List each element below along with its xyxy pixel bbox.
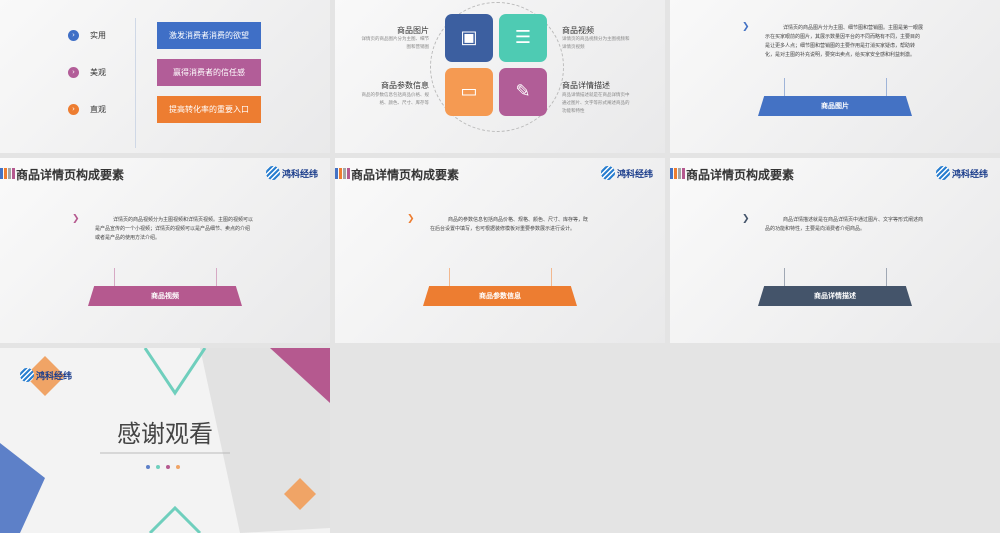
- post-line: [886, 78, 887, 96]
- block-title: 商品详情描述: [562, 81, 610, 90]
- logo: 鸿科经纬: [265, 166, 318, 180]
- item-label: 实用: [90, 31, 106, 40]
- color-bars-icon: [670, 167, 686, 182]
- post-line: [216, 268, 217, 286]
- post-line: [551, 268, 552, 286]
- pencil-icon: ✎: [499, 68, 547, 116]
- body-text: 商品详情描述就是在商品详情页中通过图片、文字等形式阐述商品的功能和特性，主要是向…: [765, 217, 924, 232]
- slide-thumbnail-1[interactable]: › 实用 激发消费者消费的欲望 › 美观 赢得消费者的信任感 › 直观 提高转化…: [0, 0, 330, 153]
- item-box: 激发消费者消费的欲望: [157, 22, 261, 49]
- slide-thumbnail-7[interactable]: 鸿科经纬 感谢观看: [0, 348, 330, 533]
- label-banner: 商品图片: [758, 96, 912, 116]
- item-label: 直观: [90, 105, 106, 114]
- logo-icon: [20, 368, 34, 382]
- post-line: [784, 268, 785, 286]
- label-banner: 商品详情描述: [758, 286, 912, 306]
- slide-thumbnail-6[interactable]: 商品详情页构成要素 鸿科经纬 ❯ 商品详情描述就是在商品详情页中通过图片、文字等…: [670, 158, 1000, 343]
- slide-title: 商品详情页构成要素: [686, 168, 795, 182]
- chevron-icon: ›: [68, 67, 79, 78]
- item-box: 提高转化率的重要入口: [157, 96, 261, 123]
- post-line: [114, 268, 115, 286]
- slide-thumbnail-2[interactable]: ▣ ☰ ▭ ✎ 商品图片 详情页的商品图片分为主图、细节图和营销图 商品视频 详…: [335, 0, 665, 153]
- logo-icon: [600, 166, 615, 180]
- logo: 鸿科经纬: [20, 368, 72, 382]
- arrow-icon: ❯: [407, 214, 415, 224]
- image-icon: ▣: [445, 14, 493, 62]
- slide-title: 商品详情页构成要素: [351, 168, 460, 182]
- block-title: 商品图片: [397, 26, 429, 35]
- arrow-icon: ❯: [72, 214, 80, 224]
- block-desc: 详情页的商品图片分为主图、细节图和营销图: [361, 37, 430, 50]
- arrow-icon: ❯: [742, 214, 750, 224]
- body-text: 详情页的商品图片分为主图、细节图和营销图。主图是第一眼展示在买家眼前的图片，其展…: [765, 25, 924, 58]
- chevron-icon: ›: [68, 30, 79, 41]
- slide-header: 商品详情页构成要素: [670, 166, 794, 183]
- list-icon: ☰: [499, 14, 547, 62]
- timeline-line: [135, 18, 136, 148]
- slide-thumbnail-5[interactable]: 商品详情页构成要素 鸿科经纬 ❯ 商品的参数信息包括商品价格、规格、颜色、尺寸、…: [335, 158, 665, 343]
- label-banner: 商品视频: [88, 286, 242, 306]
- post-line: [784, 78, 785, 96]
- arrow-icon: ❯: [742, 22, 750, 32]
- color-bars-icon: [335, 167, 351, 182]
- label-banner: 商品参数信息: [423, 286, 577, 306]
- item-box: 赢得消费者的信任感: [157, 59, 261, 86]
- chevron-icon: ›: [68, 104, 79, 115]
- post-line: [449, 268, 450, 286]
- post-line: [886, 268, 887, 286]
- block-desc: 详情页的商品视频分为主图视频和详情页视频: [562, 37, 630, 50]
- block-desc: 商品的参数信息包括商品价格、规格、颜色、尺寸、库存等: [361, 93, 430, 106]
- logo: 鸿科经纬: [600, 166, 653, 180]
- block-desc: 商品详情描述就是在商品详情页中通过图片、文字等形式阐述商品的功能和特性: [562, 93, 630, 114]
- laptop-icon: ▭: [445, 68, 493, 116]
- slide-thumbnail-3[interactable]: ❯ 详情页的商品图片分为主图、细节图和营销图。主图是第一眼展示在买家眼前的图片，…: [670, 0, 1000, 153]
- body-text: 详情页的商品视频分为主图视频和详情页视频。主图的视频可以是产品宣传的一个小视频；…: [95, 217, 254, 241]
- block-title: 商品视频: [562, 26, 594, 35]
- block-title: 商品参数信息: [381, 81, 429, 90]
- slide-header: 商品详情页构成要素: [0, 166, 124, 183]
- slide-thumbnail-4[interactable]: 商品详情页构成要素 鸿科经纬 ❯ 详情页的商品视频分为主图视频和详情页视频。主图…: [0, 158, 330, 343]
- slide-header: 商品详情页构成要素: [335, 166, 459, 183]
- logo-icon: [265, 166, 280, 180]
- color-bars-icon: [0, 167, 16, 182]
- item-label: 美观: [90, 68, 106, 77]
- body-text: 商品的参数信息包括商品价格、规格、颜色、尺寸、库存等，既在后台设置中填写，也可根…: [430, 217, 589, 232]
- slide-title: 商品详情页构成要素: [16, 168, 125, 182]
- logo: 鸿科经纬: [935, 166, 988, 180]
- logo-icon: [935, 166, 950, 180]
- thank-you-title: 感谢观看: [117, 420, 213, 448]
